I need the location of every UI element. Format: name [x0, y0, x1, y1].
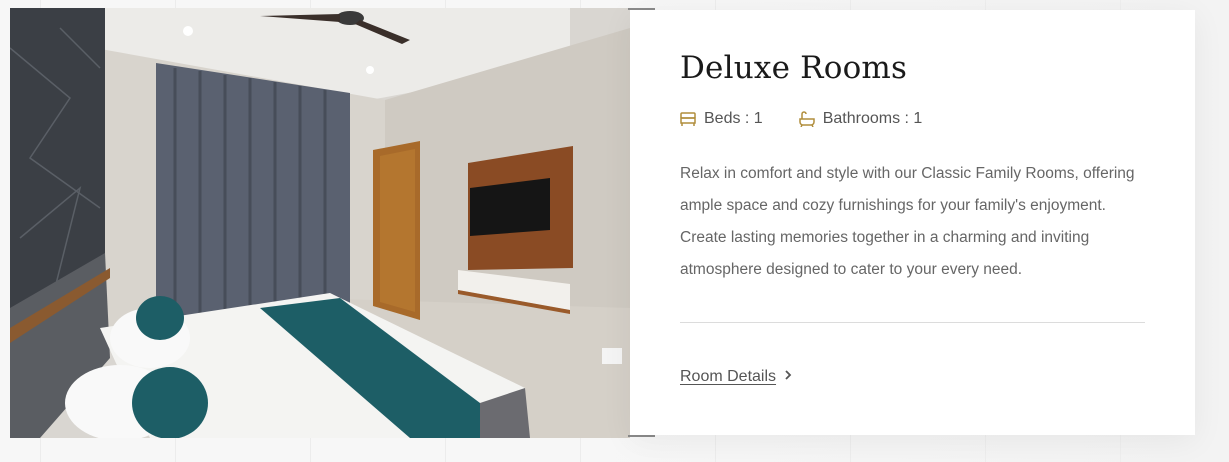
bathtub-icon: [798, 111, 815, 127]
photo-edge: [628, 435, 655, 437]
amenity-bathrooms-label: Bathrooms : 1: [822, 110, 923, 127]
room-details-label: Room Details: [680, 368, 777, 385]
room-description: Relax in comfort and style with our Clas…: [680, 165, 1135, 278]
chevron-right-icon: [784, 368, 792, 386]
room-title: Deluxe Rooms: [680, 50, 908, 86]
amenity-beds: Beds : 1: [680, 110, 763, 128]
room-details-link[interactable]: Room Details: [680, 368, 792, 386]
room-info-card: Deluxe Rooms Beds : 1 Bathrooms: 1 Rela…: [630, 10, 1195, 435]
amenity-bathrooms: Bathrooms : 1: [798, 110, 923, 128]
amenities-row: Beds : 1 Bathrooms : 1: [680, 110, 922, 128]
bed-icon: [680, 112, 696, 126]
room-photo: [10, 8, 630, 438]
amenity-beds-label: Beds : 1: [704, 110, 763, 127]
divider: [680, 322, 1145, 323]
